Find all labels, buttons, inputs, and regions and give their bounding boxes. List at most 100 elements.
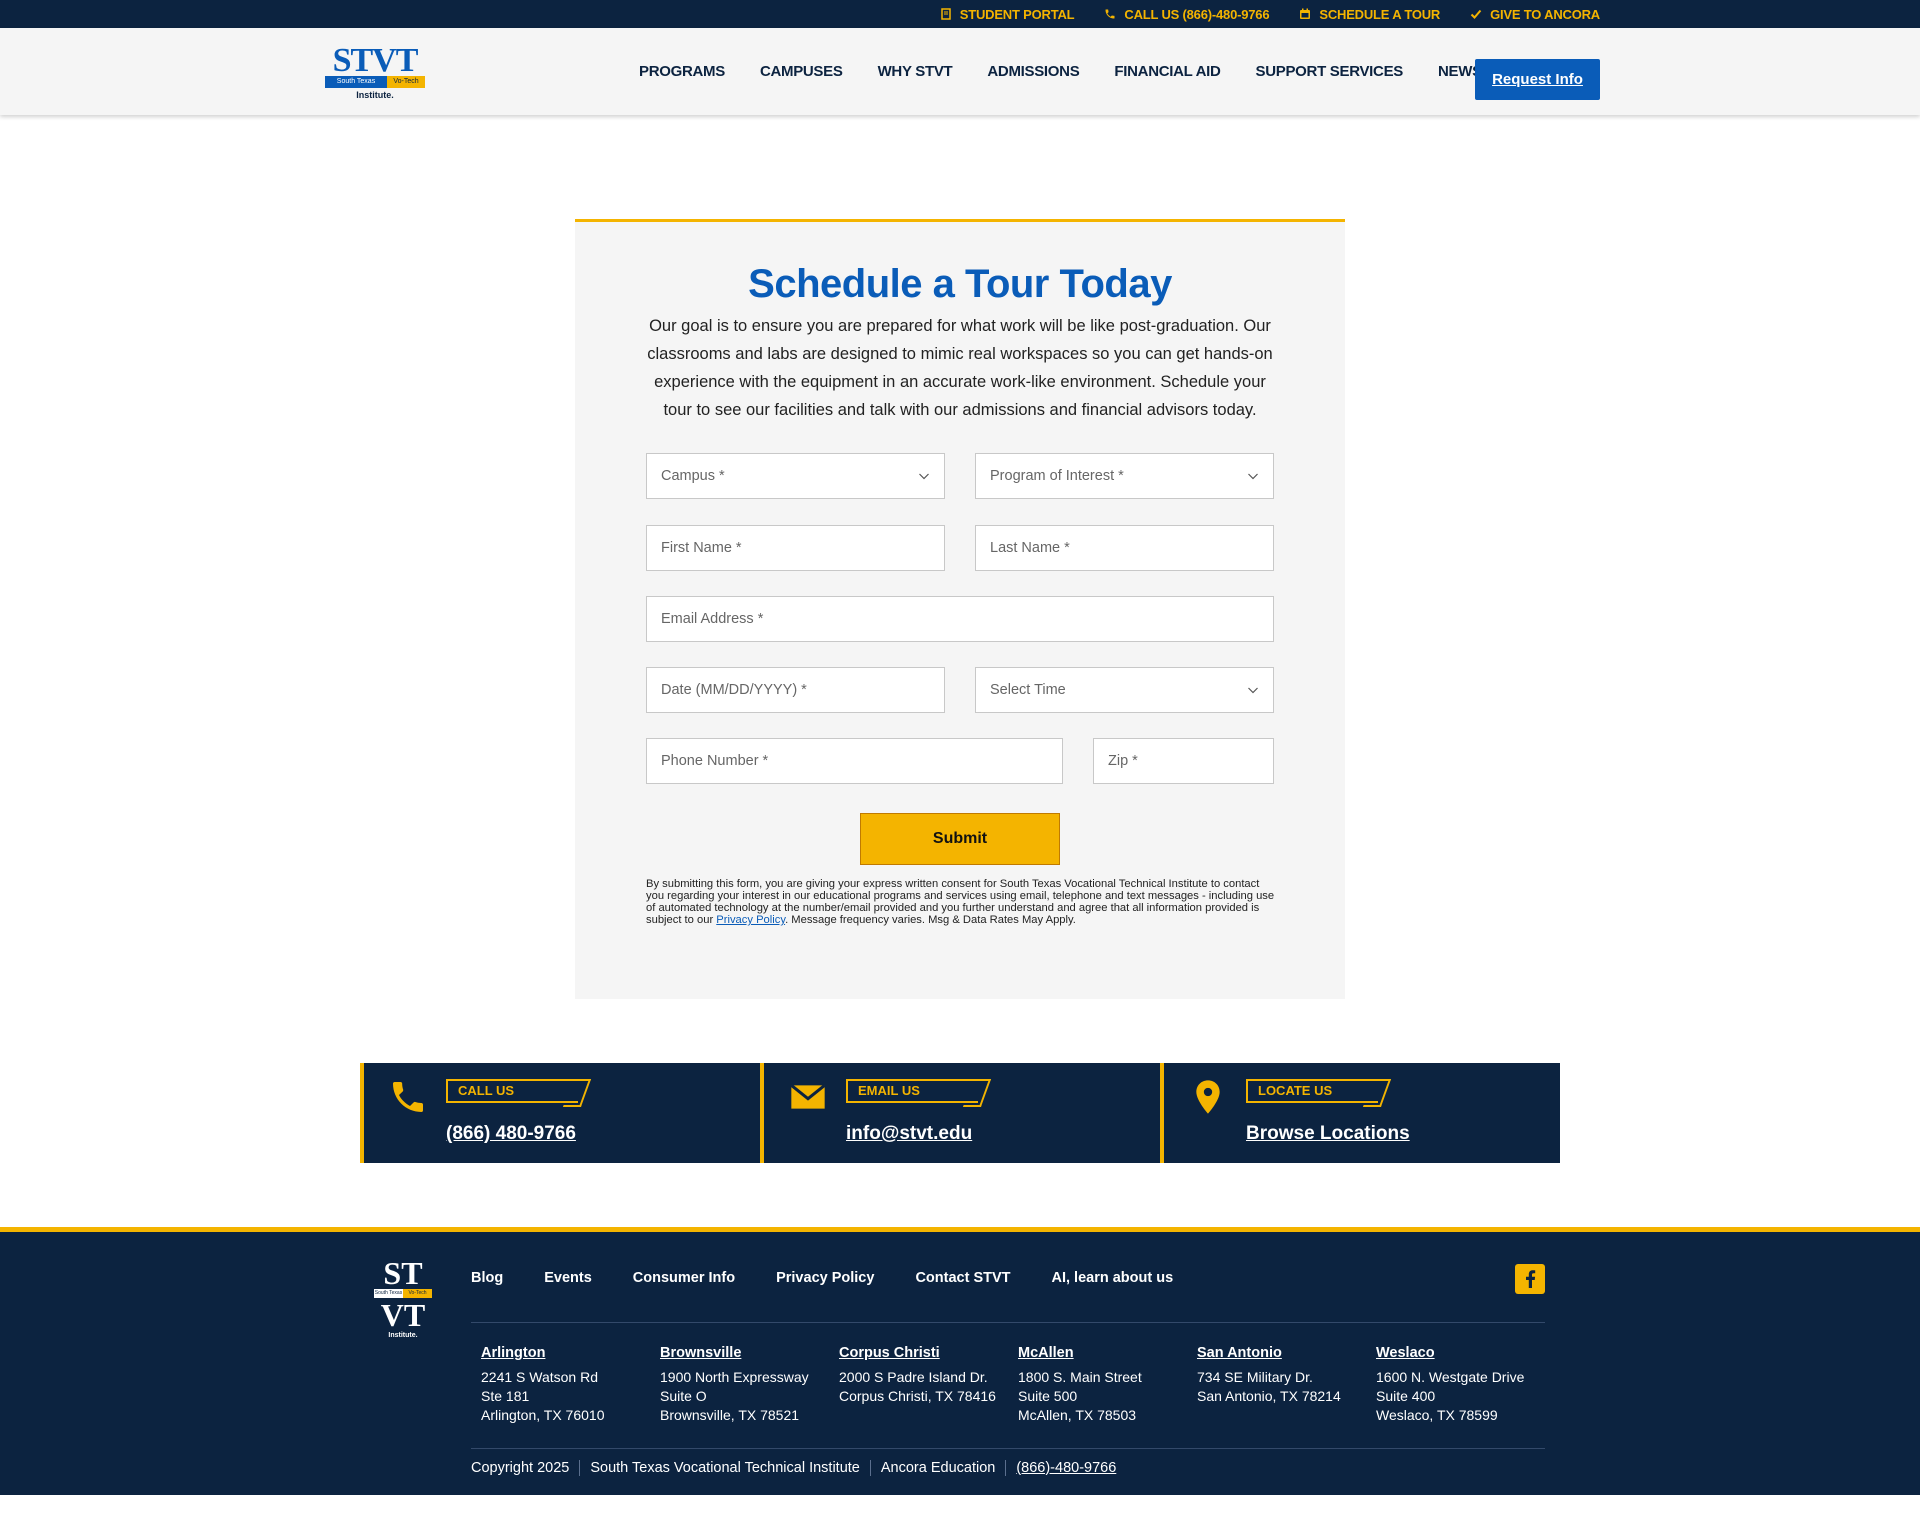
nav-admissions[interactable]: ADMISSIONS [987, 63, 1079, 80]
footer-link-contact[interactable]: Contact STVT [915, 1270, 1010, 1286]
utility-bar: STUDENT PORTAL CALL US (866)-480-9766 SC… [0, 0, 1920, 28]
call-us-phone-link[interactable]: (866) 480-9766 [446, 1123, 576, 1145]
check-icon [1470, 9, 1482, 19]
campus-select[interactable]: Campus * [646, 453, 945, 499]
email-us-link[interactable]: info@stvt.edu [846, 1123, 972, 1145]
address-line: Suite 400 [1376, 1388, 1436, 1404]
schedule-tour-link[interactable]: SCHEDULE A TOUR [1299, 7, 1440, 22]
copyright-row: Copyright 2025 South Texas Vocational Te… [471, 1460, 1116, 1476]
portal-icon [940, 8, 951, 20]
site-footer: ST South Texas Vo-Tech VT Institute. Blo… [0, 1227, 1920, 1495]
nav-why-stvt[interactable]: WHY STVT [878, 63, 953, 80]
separator [1005, 1460, 1007, 1476]
submit-button[interactable]: Submit [860, 813, 1060, 865]
address-line: Ste 181 [481, 1388, 530, 1404]
utility-links: STUDENT PORTAL CALL US (866)-480-9766 SC… [940, 0, 1600, 28]
copyright-text: Copyright 2025 [471, 1460, 570, 1476]
map-pin-icon [1188, 1077, 1228, 1117]
browse-locations-link[interactable]: Browse Locations [1246, 1123, 1410, 1145]
email-us-tag: EMAIL US [846, 1079, 978, 1103]
location-city-link[interactable]: Corpus Christi [839, 1344, 1018, 1363]
request-info-button[interactable]: Request Info [1475, 59, 1600, 100]
address-line: 734 SE Military Dr. [1197, 1369, 1313, 1385]
footer-link-events[interactable]: Events [544, 1270, 592, 1286]
footer-phone-link[interactable]: (866)-480-9766 [1016, 1460, 1116, 1476]
footer-divider [471, 1448, 1545, 1449]
location-city-link[interactable]: McAllen [1018, 1344, 1197, 1363]
phone-input[interactable]: Phone Number * [646, 738, 1063, 784]
time-select[interactable]: Select Time [975, 667, 1274, 713]
location-weslaco: Weslaco 1600 N. Westgate Drive Suite 400… [1376, 1344, 1555, 1425]
address-line: Corpus Christi, TX 78416 [839, 1388, 996, 1404]
footer-link-ai[interactable]: AI, learn about us [1052, 1270, 1174, 1286]
locate-us-block: LOCATE US Browse Locations [1160, 1063, 1560, 1163]
location-city-link[interactable]: Weslaco [1376, 1344, 1555, 1363]
footer-logo[interactable]: ST South Texas Vo-Tech VT Institute. [374, 1255, 432, 1339]
location-corpus-christi: Corpus Christi 2000 S Padre Island Dr. C… [839, 1344, 1018, 1425]
chevron-down-icon [918, 470, 930, 482]
address-line: 1900 North Expressway [660, 1369, 809, 1385]
nav-programs[interactable]: PROGRAMS [639, 63, 725, 80]
privacy-policy-link[interactable]: Privacy Policy [716, 914, 785, 926]
zip-input[interactable]: Zip * [1093, 738, 1274, 784]
footer-link-privacy-policy[interactable]: Privacy Policy [776, 1270, 874, 1286]
separator [579, 1460, 581, 1476]
footer-divider [471, 1322, 1545, 1323]
address-line: Brownsville, TX 78521 [660, 1407, 800, 1423]
phone-icon [1105, 9, 1115, 19]
address-line: 2000 S Padre Island Dr. [839, 1369, 988, 1385]
stvt-logo[interactable]: STVT South Texas Vo-Tech Institute. [325, 42, 425, 105]
address-line: Suite O [660, 1388, 707, 1404]
footer-logo-line2: VT [380, 1297, 426, 1333]
envelope-icon [788, 1077, 828, 1117]
program-select-label: Program of Interest * [990, 468, 1124, 484]
footer-logo-line1: ST [383, 1255, 423, 1291]
date-input[interactable]: Date (MM/DD/YYYY) * [646, 667, 945, 713]
time-select-label: Select Time [990, 682, 1066, 698]
calendar-icon [1300, 8, 1311, 19]
location-arlington: Arlington 2241 S Watson Rd Ste 181 Arlin… [481, 1344, 660, 1425]
location-city-link[interactable]: Arlington [481, 1344, 660, 1363]
disclaimer-text-end: . Message frequency varies. Msg & Data R… [785, 914, 1076, 926]
program-select[interactable]: Program of Interest * [975, 453, 1274, 499]
email-input[interactable]: Email Address * [646, 596, 1274, 642]
address-line: 1800 S. Main Street [1018, 1369, 1142, 1385]
footer-logo-subtitle: Institute. [388, 1332, 418, 1339]
footer-link-blog[interactable]: Blog [471, 1270, 503, 1286]
logo-wordmark: STVT [332, 42, 419, 79]
campus-locations: Arlington 2241 S Watson Rd Ste 181 Arlin… [481, 1344, 1555, 1425]
page-title: Schedule a Tour Today [748, 262, 1172, 306]
location-city-link[interactable]: Brownsville [660, 1344, 839, 1363]
schedule-tour-label: SCHEDULE A TOUR [1319, 6, 1441, 22]
give-to-ancora-link[interactable]: GIVE TO ANCORA [1470, 7, 1600, 22]
address-line: San Antonio, TX 78214 [1197, 1388, 1341, 1404]
location-city-link[interactable]: San Antonio [1197, 1344, 1376, 1363]
address-line: 1600 N. Westgate Drive [1376, 1369, 1525, 1385]
email-us-block: EMAIL US info@stvt.edu [760, 1063, 1160, 1163]
first-name-input[interactable]: First Name * [646, 525, 945, 571]
address-line: 2241 S Watson Rd [481, 1369, 598, 1385]
call-us-label: CALL US (866)-480-9766 [1124, 6, 1270, 22]
campus-select-label: Campus * [661, 468, 725, 484]
nav-support-services[interactable]: SUPPORT SERVICES [1256, 63, 1404, 80]
form-intro: Our goal is to ensure you are prepared f… [647, 317, 1273, 419]
call-us-block: CALL US (866) 480-9766 [360, 1063, 760, 1163]
location-brownsville: Brownsville 1900 North Expressway Suite … [660, 1344, 839, 1425]
phone-icon [388, 1077, 428, 1117]
address-line: McAllen, TX 78503 [1018, 1407, 1137, 1423]
last-name-input[interactable]: Last Name * [975, 525, 1274, 571]
facebook-icon[interactable] [1515, 1264, 1545, 1294]
parent-org: Ancora Education [880, 1460, 996, 1476]
site-header: STVT South Texas Vo-Tech Institute. PROG… [0, 28, 1920, 115]
consent-disclaimer: By submitting this form, you are giving … [646, 878, 1280, 926]
main-nav: PROGRAMS CAMPUSES WHY STVT ADMISSIONS FI… [639, 28, 1528, 115]
nav-campuses[interactable]: CAMPUSES [760, 63, 843, 80]
call-us-link[interactable]: CALL US (866)-480-9766 [1104, 6, 1270, 22]
logo-subtitle: Institute. [356, 90, 394, 100]
chevron-down-icon [1247, 684, 1259, 696]
footer-link-consumer-info[interactable]: Consumer Info [633, 1270, 735, 1286]
student-portal-link[interactable]: STUDENT PORTAL [940, 7, 1075, 22]
nav-financial-aid[interactable]: FINANCIAL AID [1114, 63, 1220, 80]
give-to-ancora-label: GIVE TO ANCORA [1490, 6, 1600, 22]
address-line: Arlington, TX 76010 [481, 1407, 605, 1423]
